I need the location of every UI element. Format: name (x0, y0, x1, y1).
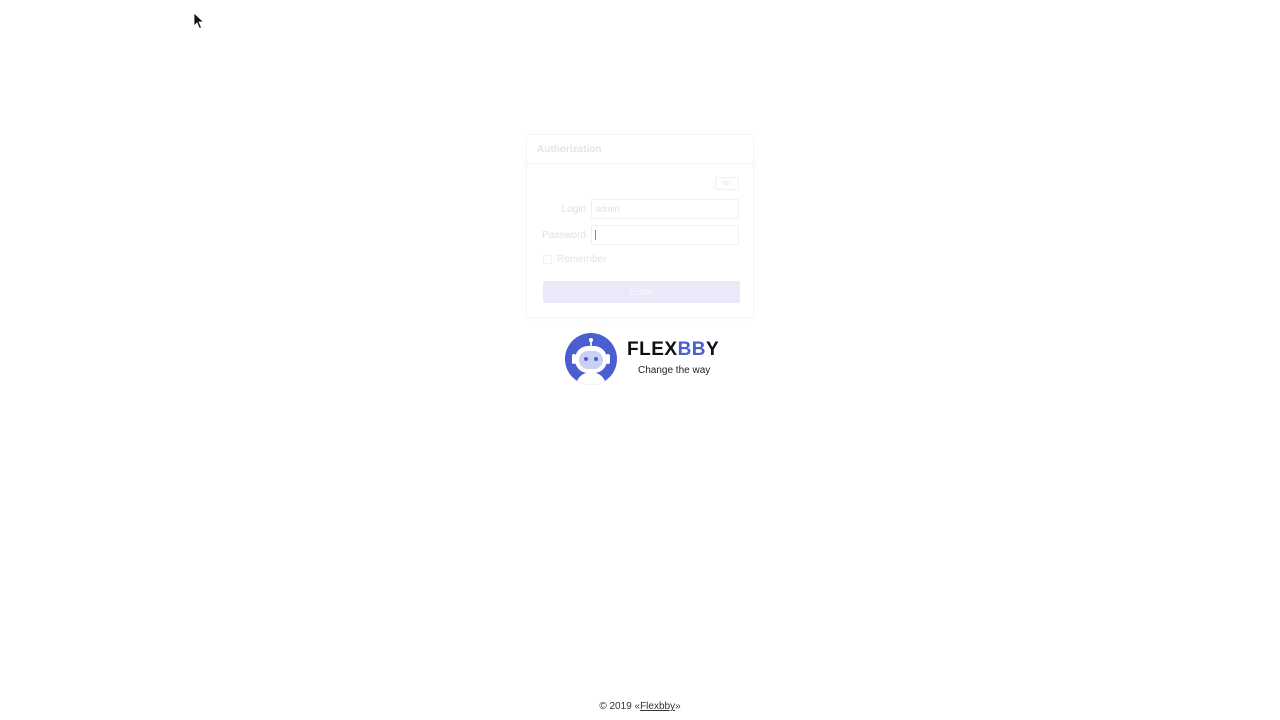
password-label: Password (542, 229, 586, 241)
footer-prefix: © 2019 « (599, 701, 641, 712)
brand-name-accent: BB (677, 339, 707, 360)
footer-suffix: » (675, 701, 681, 712)
enter-button[interactable]: Enter (543, 281, 740, 303)
login-row: Login admin (541, 199, 741, 219)
brand-tagline: Change the way (638, 365, 711, 376)
password-input[interactable] (591, 225, 739, 245)
brand-name-part1: FLEX (627, 339, 678, 360)
footer-link[interactable]: Flexbby (640, 701, 675, 712)
brand-name-part3: Y (706, 339, 720, 360)
login-label: Login (561, 203, 586, 215)
robot-icon (565, 333, 617, 385)
remember-checkbox[interactable] (543, 255, 552, 264)
remember-row: Remember (543, 254, 606, 265)
brand-logo: FLEXBBY Change the way (564, 332, 724, 386)
password-row: Password (541, 225, 741, 245)
panel-title: Authorization (527, 135, 753, 164)
language-select[interactable]: en (715, 177, 739, 190)
remember-label[interactable]: Remember (557, 254, 606, 265)
brand-name: FLEXBBY (627, 340, 719, 360)
login-input[interactable]: admin (591, 199, 739, 219)
authorization-panel: Authorization en Login admin Password Re… (526, 134, 754, 318)
mouse-cursor-icon (193, 12, 205, 30)
footer-copyright: © 2019 «Flexbby» (0, 701, 1280, 712)
text-caret (595, 230, 596, 240)
